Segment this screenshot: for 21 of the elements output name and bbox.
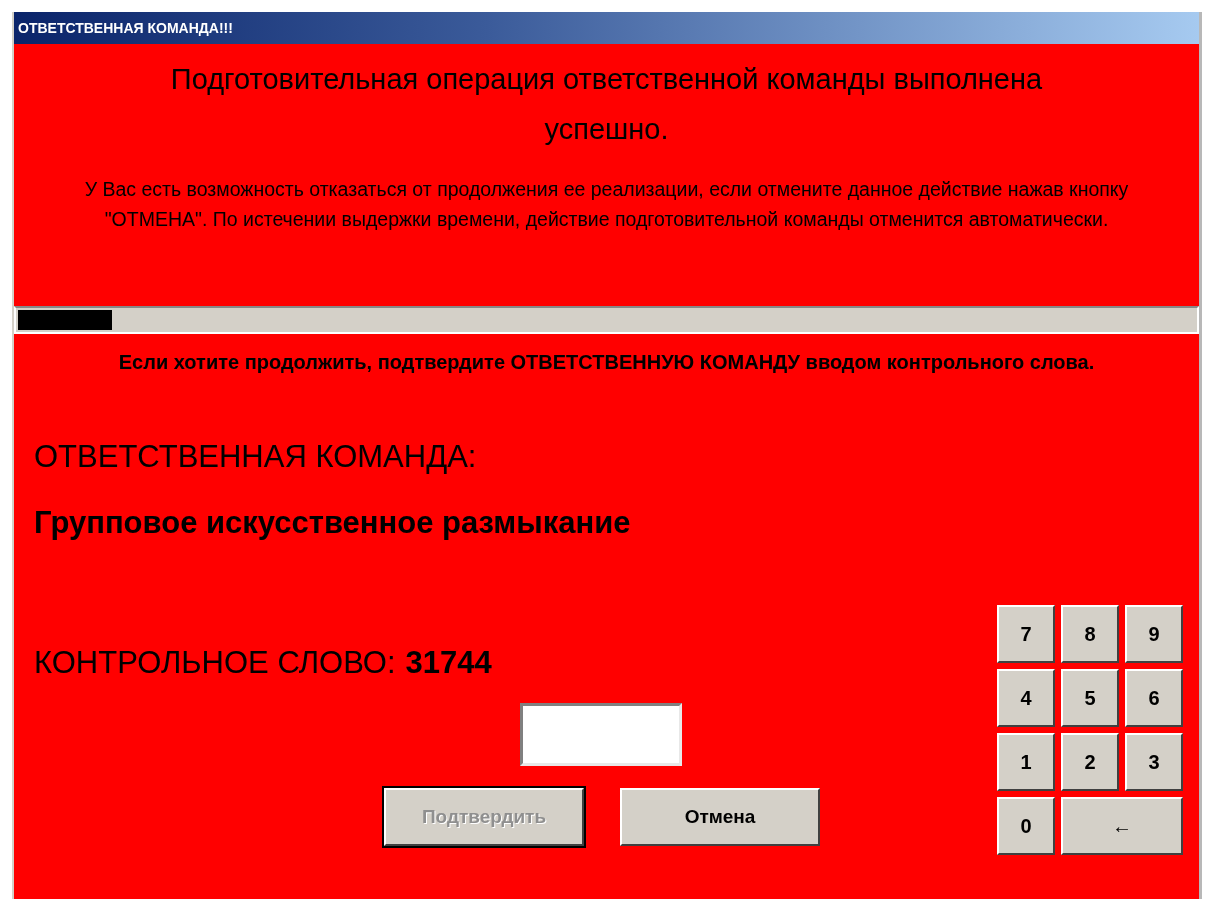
digit-key[interactable]: 3 xyxy=(1125,733,1183,791)
heading: Подготовительная операция ответственной команды выполнена успешно. xyxy=(169,62,1044,147)
digit-key[interactable]: 6 xyxy=(1125,669,1183,727)
digit-key[interactable]: 2 xyxy=(1061,733,1119,791)
control-word-value: 31744 xyxy=(405,645,492,681)
notice: Если хотите продолжить, подтвердите ОТВЕТСТВЕННУЮ КОМАНДУ вводом контрольного слова. xyxy=(117,350,1096,375)
command-name: Групповое искусственное размыкание xyxy=(34,505,632,541)
control-word-label: КОНТРОЛЬНОЕ СЛОВО: xyxy=(34,645,396,681)
digit-key[interactable]: 5 xyxy=(1061,669,1119,727)
digit-key[interactable]: 7 xyxy=(997,605,1055,663)
message: У Вас есть возможность отказаться от продолжения ее реализации, если отмените данное действие нажав кнопку "ОТМЕНА". По истечении выдержки времени, действие подготовительной команды отменится автоматически. xyxy=(83,177,1130,232)
digit-key[interactable]: 8 xyxy=(1061,605,1119,663)
backspace-key[interactable]: ← xyxy=(1061,797,1183,855)
digit-key[interactable]: 1 xyxy=(997,733,1055,791)
digit-key[interactable]: 9 xyxy=(1125,605,1183,663)
digit-key[interactable]: 0 xyxy=(997,797,1055,855)
window-title: ОТВЕТСТВЕННАЯ КОМАНДА!!! xyxy=(18,20,233,36)
digit-key[interactable]: 4 xyxy=(997,669,1055,727)
command-label: ОТВЕТСТВЕННАЯ КОМАНДА: xyxy=(34,439,478,475)
input-field[interactable] xyxy=(520,703,682,766)
cancel-button[interactable]: Отмена xyxy=(620,788,820,846)
